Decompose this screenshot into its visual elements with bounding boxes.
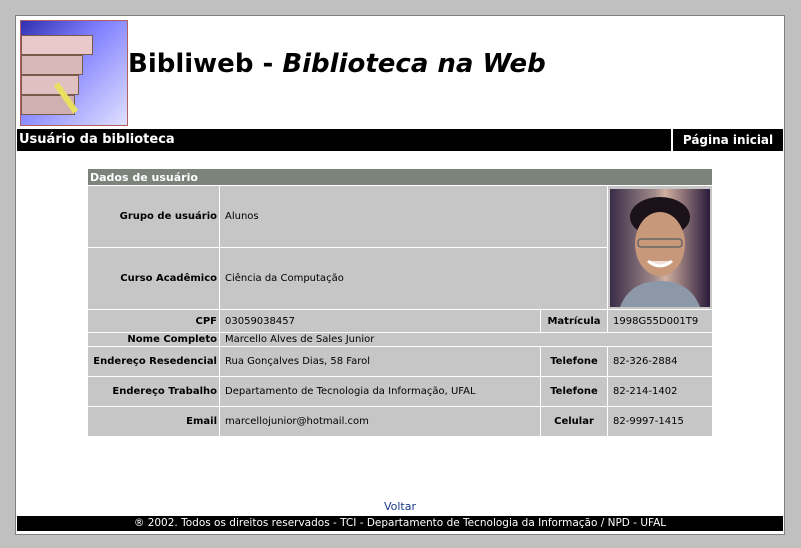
work-phone-label: Telefone [541, 377, 607, 406]
mobile-label: Celular [541, 407, 607, 436]
work-address-label: Endereço Trabalho [88, 377, 219, 406]
full-name-label: Nome Completo [88, 333, 219, 346]
email-label: Email [88, 407, 219, 436]
footer-copyright: ® 2002. Todos os direitos reservados - T… [17, 516, 783, 531]
book-shape [21, 55, 83, 75]
email-value: marcellojunior@hotmail.com [220, 407, 540, 436]
user-photo [610, 188, 710, 307]
books-logo-image [20, 20, 128, 126]
home-phone-value: 82-326-2884 [608, 347, 712, 376]
home-address-label: Endereço Resedencial [88, 347, 219, 376]
home-phone-label: Telefone [541, 347, 607, 376]
site-title: Bibliweb - Biblioteca na Web [128, 49, 546, 79]
course-value: Ciência da Computação [220, 248, 607, 309]
full-name-value: Marcello Alves de Sales Junior [220, 333, 712, 346]
home-address-value: Rua Gonçalves Dias, 58 Farol [220, 347, 540, 376]
user-photo-cell [608, 186, 712, 309]
title-italic-text: Biblioteca na Web [282, 49, 546, 79]
work-address-value: Departamento de Tecnologia da Informação… [220, 377, 540, 406]
book-shape [21, 35, 93, 55]
title-text: Bibliweb - [128, 49, 283, 79]
matricula-label: Matrícula [541, 310, 607, 332]
course-label: Curso Acadêmico [88, 248, 219, 309]
section-bar: Usuário da biblioteca Página inicial [17, 129, 783, 151]
table-heading: Dados de usuário [88, 169, 712, 185]
book-shape [21, 75, 79, 95]
page-frame: Bibliweb - Biblioteca na Web Usuário da … [15, 15, 785, 535]
mobile-value: 82-9997-1415 [608, 407, 712, 436]
group-label: Grupo de usuário [88, 186, 219, 247]
group-value: Alunos [220, 186, 607, 247]
user-data-table: Dados de usuário Grupo de usuário Alunos… [87, 168, 713, 437]
home-page-link[interactable]: Página inicial [671, 129, 783, 151]
work-phone-value: 82-214-1402 [608, 377, 712, 406]
cpf-value: 03059038457 [220, 310, 540, 332]
matricula-value: 1998G55D001T9 [608, 310, 712, 332]
back-link[interactable]: Voltar [16, 500, 784, 513]
cpf-label: CPF [88, 310, 219, 332]
section-title: Usuário da biblioteca [19, 132, 175, 147]
user-portrait-image [620, 196, 700, 307]
